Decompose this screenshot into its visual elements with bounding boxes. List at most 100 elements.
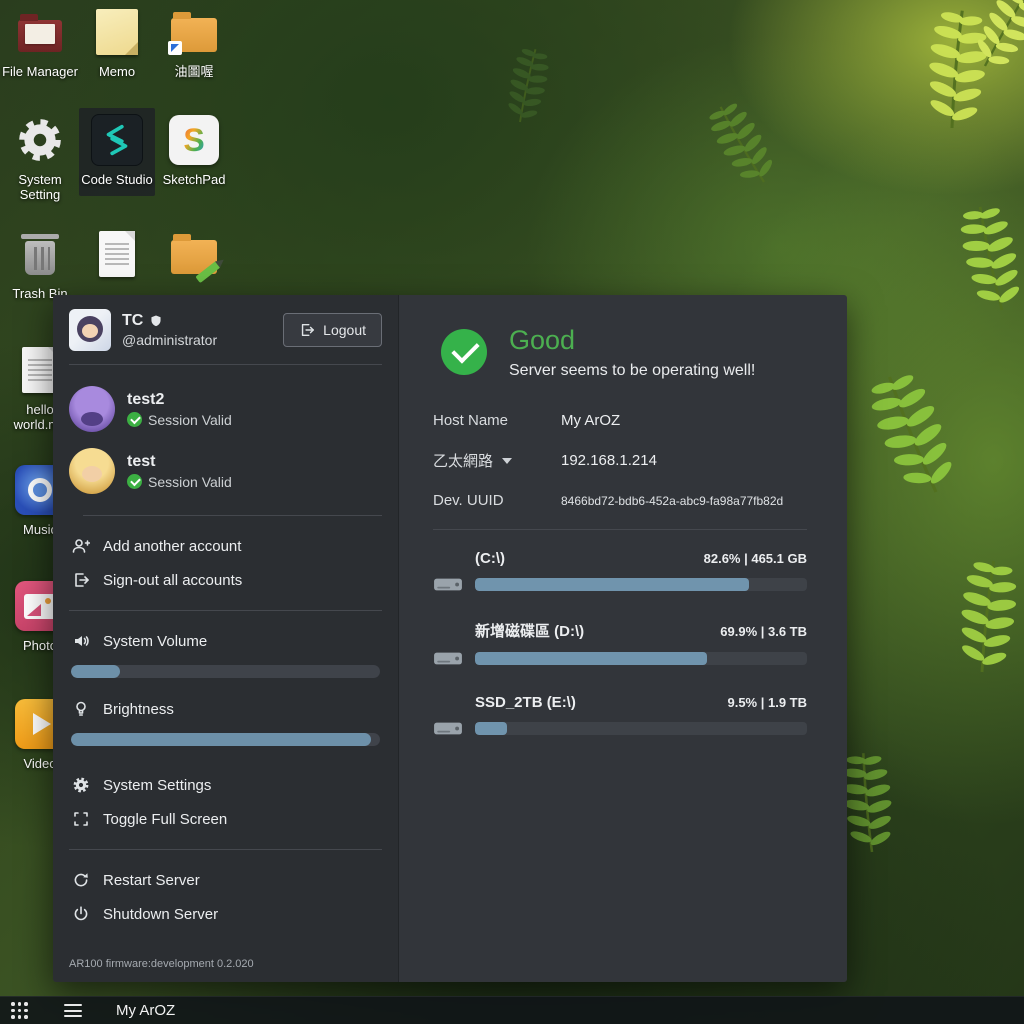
power-icon xyxy=(71,905,90,923)
info-row-uuid: Dev. UUID 8466bd72-bdb6-452a-abc9-fa98a7… xyxy=(433,488,807,513)
desktop-icon-file-manager[interactable]: File Manager xyxy=(2,4,78,80)
disk-list: (C:\) 82.6% | 465.1 GB 新增磁碟區 (D xyxy=(433,550,807,739)
folder-edit-icon xyxy=(171,240,217,274)
desktop-icon-system-setting[interactable]: System Setting xyxy=(2,112,78,203)
hdd-icon xyxy=(433,573,463,595)
volume-slider[interactable] xyxy=(71,665,380,678)
uuid-label: Dev. UUID xyxy=(433,492,561,509)
status-check-icon xyxy=(441,329,487,375)
ip-address-value: 192.168.1.214 xyxy=(561,452,657,469)
icon-label: File Manager xyxy=(2,65,78,80)
current-user-header: TC @administrator Logout xyxy=(69,309,382,351)
desktop-icon-trash[interactable]: Trash Bin xyxy=(2,226,78,302)
icon-label: Memo xyxy=(79,65,155,80)
code-studio-icon xyxy=(91,114,143,166)
firmware-version: AR100 firmware:development 0.2.020 xyxy=(69,952,382,972)
disk-usage: 82.6% | 465.1 GB xyxy=(704,551,807,566)
disk-usage-bar xyxy=(475,652,807,665)
system-panel: TC @administrator Logout test2 xyxy=(53,295,847,982)
server-status-header: Good Server seems to be operating well! xyxy=(433,325,807,380)
divider xyxy=(69,610,382,611)
shutdown-server-item[interactable]: Shutdown Server xyxy=(69,897,382,931)
disk-usage-fill xyxy=(475,578,749,591)
user-name: TC xyxy=(122,312,143,330)
hostname-label: Host Name xyxy=(433,412,561,429)
gear-icon xyxy=(71,776,90,794)
hdd-icon xyxy=(433,717,463,739)
hdd-icon xyxy=(433,647,463,669)
disk-name: 新增磁碟區 (D:\) xyxy=(475,620,584,641)
divider xyxy=(69,849,382,850)
folder-shortcut-icon xyxy=(171,18,217,52)
avatar xyxy=(69,309,111,351)
avatar xyxy=(69,448,115,494)
server-info: Host Name My ArOZ 乙太網路 192.168.1.214 Dev… xyxy=(433,408,807,513)
person-plus-icon xyxy=(71,537,90,555)
user-handle: @administrator xyxy=(122,332,272,348)
menu-icon[interactable] xyxy=(64,1004,82,1017)
desktop-icon-code-studio[interactable]: Code Studio xyxy=(79,108,155,196)
disk-usage: 69.9% | 3.6 TB xyxy=(720,624,807,639)
desktop-icon-document[interactable] xyxy=(79,226,155,287)
taskbar: My ArOZ xyxy=(0,996,1024,1024)
icon-label: System Setting xyxy=(2,173,78,203)
app-launcher-icon[interactable] xyxy=(11,1002,28,1019)
account-name: test2 xyxy=(127,391,232,409)
add-account-item[interactable]: Add another account xyxy=(69,529,382,563)
user-names: TC @administrator xyxy=(122,312,272,348)
info-row-hostname: Host Name My ArOZ xyxy=(433,408,807,433)
desktop-icon-memo[interactable]: Memo xyxy=(79,4,155,80)
icon-label: Code Studio xyxy=(79,173,155,188)
toggle-fullscreen-item[interactable]: Toggle Full Screen xyxy=(69,802,382,836)
disk-usage-bar xyxy=(475,578,807,591)
status-subline: Server seems to be operating well! xyxy=(509,362,755,380)
volume-slider-fill xyxy=(71,665,120,678)
desktop-icon-sketchpad[interactable]: S SketchPad xyxy=(156,112,232,188)
signout-icon xyxy=(71,571,90,589)
disk-name: SSD_2TB (E:\) xyxy=(475,694,576,711)
brightness-slider-fill xyxy=(71,733,371,746)
desktop-icon-folder-edit[interactable] xyxy=(156,226,232,287)
info-row-network: 乙太網路 192.168.1.214 xyxy=(433,448,807,473)
chevron-down-icon xyxy=(502,458,512,464)
shortcut-arrow-icon xyxy=(168,41,182,55)
panel-right-column: Good Server seems to be operating well! … xyxy=(398,295,847,982)
disk-row: SSD_2TB (E:\) 9.5% | 1.9 TB xyxy=(433,694,807,739)
brightness-slider[interactable] xyxy=(71,733,380,746)
disk-usage-fill xyxy=(475,722,507,735)
trash-icon xyxy=(25,241,55,275)
desktop-screen: File Manager Memo 油圖喔 System Setting Cod… xyxy=(0,0,1024,1024)
sketchpad-icon: S xyxy=(169,115,219,165)
fullscreen-icon xyxy=(71,810,90,828)
disk-row: 新增磁碟區 (D:\) 69.9% | 3.6 TB xyxy=(433,620,807,669)
disk-usage-fill xyxy=(475,652,707,665)
hostname-value: My ArOZ xyxy=(561,412,620,429)
brightness-label: Brightness xyxy=(69,692,382,726)
check-circle-icon xyxy=(127,474,142,489)
shield-icon xyxy=(149,314,163,329)
disk-usage-bar xyxy=(475,722,807,735)
account-status: Session Valid xyxy=(148,412,232,428)
icon-label: SketchPad xyxy=(156,173,232,188)
panel-left-column: TC @administrator Logout test2 xyxy=(53,295,398,982)
restart-server-item[interactable]: Restart Server xyxy=(69,863,382,897)
desktop-icon-shortcut-folder[interactable]: 油圖喔 xyxy=(156,4,232,80)
file-manager-icon xyxy=(18,20,62,52)
restart-icon xyxy=(71,871,90,889)
logout-icon xyxy=(299,322,315,338)
divider xyxy=(83,515,382,516)
system-settings-item[interactable]: System Settings xyxy=(69,768,382,802)
account-status: Session Valid xyxy=(148,474,232,490)
logout-button[interactable]: Logout xyxy=(283,313,382,347)
gear-icon xyxy=(12,112,68,168)
account-item-test2[interactable]: test2 Session Valid xyxy=(69,378,382,440)
network-dropdown[interactable]: 乙太網路 xyxy=(433,450,561,471)
memo-icon xyxy=(96,9,138,55)
signout-all-item[interactable]: Sign-out all accounts xyxy=(69,563,382,597)
account-item-test[interactable]: test Session Valid xyxy=(69,440,382,502)
uuid-value: 8466bd72-bdb6-452a-abc9-fa98a77fb82d xyxy=(561,494,783,508)
lightbulb-icon xyxy=(71,700,90,718)
disk-usage: 9.5% | 1.9 TB xyxy=(727,695,807,710)
avatar xyxy=(69,386,115,432)
check-circle-icon xyxy=(127,412,142,427)
